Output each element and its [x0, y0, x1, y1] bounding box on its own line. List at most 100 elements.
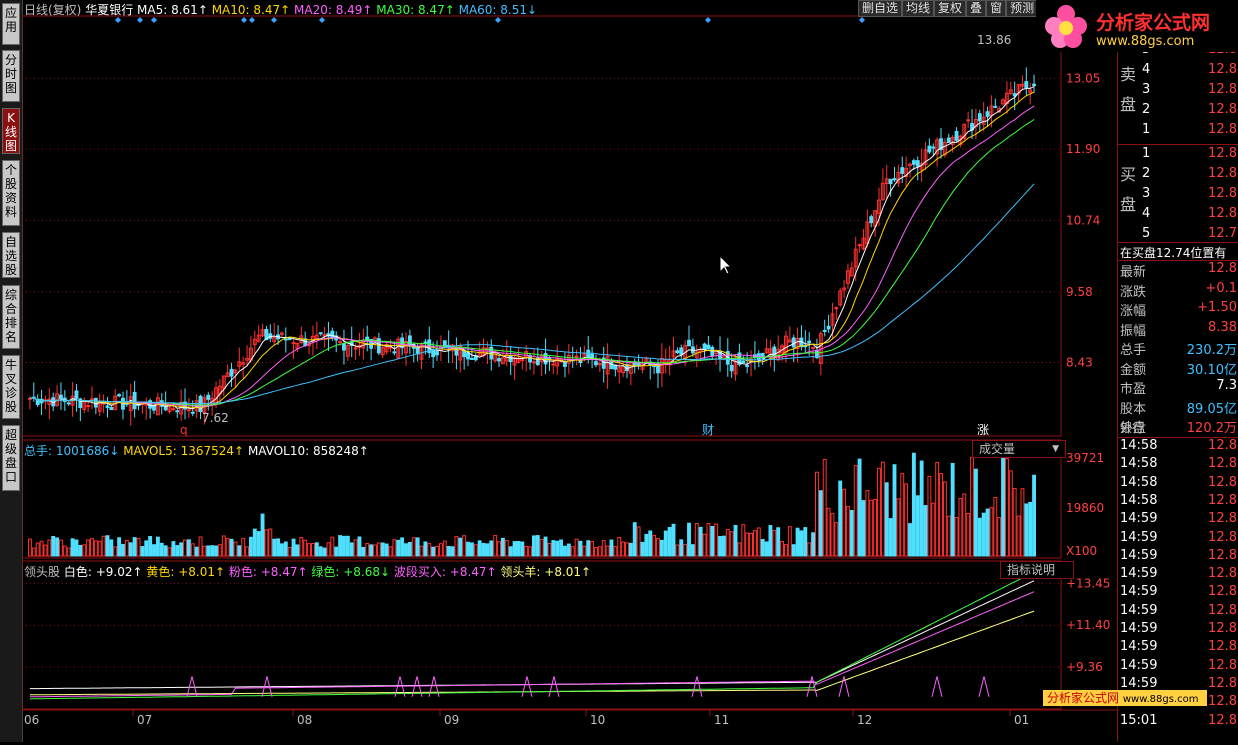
tick-price: 12.8 — [1208, 675, 1237, 691]
volume-bar — [663, 530, 668, 557]
volume-bar — [469, 542, 474, 557]
volume-bar — [268, 528, 273, 557]
volume-bar — [927, 475, 932, 557]
left-tab-char: 图 — [4, 81, 17, 95]
stat-7: 市盈 7.3 — [1118, 378, 1238, 398]
mavol5-value: MAVOL5: 1367524↑ — [123, 444, 245, 458]
volume-bar — [714, 523, 719, 557]
buy-row: 3 12.8 — [1118, 186, 1238, 206]
signal-spike — [806, 676, 818, 697]
candle-body — [1024, 81, 1029, 89]
volume-bar — [314, 542, 319, 557]
toolbar-button-6[interactable]: 预测 — [1006, 0, 1039, 17]
volume-bar — [818, 490, 823, 557]
volume-bar — [915, 495, 920, 557]
chart-area[interactable]: 13.05 11.90 10.74 9.58 8.43 13.86 7.62 q 财 涨 39721… — [19, 0, 1117, 742]
candle-body — [1032, 83, 1036, 86]
volume-bar — [121, 543, 125, 557]
volume-bar — [989, 507, 994, 557]
volume-bar — [66, 547, 71, 557]
volume-bar — [826, 507, 831, 557]
volume-bar — [524, 545, 529, 557]
tick-row: 14:59 12.8 — [1118, 584, 1238, 604]
volume-bar — [241, 537, 246, 557]
buy-price: 12.8 — [1208, 186, 1237, 201]
volume-bar — [900, 473, 905, 557]
tick-price: 12.8 — [1208, 492, 1237, 508]
toolbar-button-1[interactable]: 删自选 — [858, 0, 903, 17]
volume-bar — [570, 546, 575, 557]
left-tab-5[interactable]: 自选股 — [2, 232, 20, 278]
volume-bar — [799, 530, 804, 557]
left-tab-1[interactable]: 应用 — [2, 3, 20, 45]
toolbar-button-5[interactable]: 窗 — [986, 0, 1007, 17]
candle-body — [175, 410, 180, 413]
tick-price: 12.8 — [1208, 547, 1237, 563]
volume-bar — [245, 546, 249, 557]
left-tab-char: 盘 — [4, 456, 17, 470]
indicator-white-line — [29, 580, 1035, 690]
volume-selector[interactable]: 成交量 ▼ — [972, 440, 1066, 458]
volume-bar — [842, 488, 847, 557]
toolbar-button-3[interactable]: 复权 — [934, 0, 967, 17]
stat-3-value: +1.50 — [1197, 300, 1237, 315]
volume-bar — [981, 512, 986, 557]
left-tab-4[interactable]: 个股资料 — [2, 160, 20, 226]
volume-bar — [210, 545, 215, 557]
volume-bar — [857, 458, 862, 557]
stat-8-label: 股本 — [1120, 401, 1147, 417]
tick-price: 12.8 — [1208, 602, 1237, 618]
kline-svg[interactable]: 13.05 11.90 10.74 9.58 8.43 13.86 7.62 q 财 涨 39721… — [19, 0, 1117, 742]
volume-bar — [973, 468, 978, 557]
buy-level: 1 — [1142, 146, 1151, 161]
candle-body — [563, 361, 567, 367]
candle-body — [342, 343, 346, 351]
event-marker: q — [180, 423, 188, 437]
stat-8-value: 89.05亿 — [1186, 401, 1237, 417]
left-tab-7[interactable]: 牛叉诊股 — [2, 355, 20, 419]
tick-time: 14:59 — [1120, 621, 1158, 636]
volume-bar — [687, 522, 691, 557]
volume-bar — [144, 540, 149, 557]
buy-price: 12.8 — [1208, 206, 1237, 221]
ma10-value: MA10: 8.47↑ — [211, 3, 291, 17]
ma60-line — [29, 183, 1035, 405]
volume-bar — [90, 538, 94, 557]
toolbar-button-4[interactable]: 叠 — [966, 0, 987, 17]
candle-body — [338, 341, 343, 344]
candle-body — [911, 160, 916, 165]
indicator-help-button[interactable]: 指标说明 — [1000, 561, 1074, 579]
left-tab-bar: 应用分时图 K线图个股资料自选股综合排名牛叉诊股超级盘口 — [0, 0, 23, 742]
stat-8: 股本 89.05亿 — [1118, 398, 1238, 418]
candle-body — [869, 216, 874, 224]
volume-bar — [369, 544, 374, 557]
stat-6-value: 30.10亿 — [1186, 362, 1237, 378]
tick-price: 12.8 — [1208, 657, 1237, 673]
left-tab-8[interactable]: 超级盘口 — [2, 425, 20, 491]
candle-body — [229, 368, 234, 377]
ma60-value: MA60: 8.51↓ — [458, 3, 538, 17]
tick-price: 12.8 — [1208, 438, 1237, 453]
volume-bar — [411, 537, 416, 557]
left-tab-3[interactable]: K线图 — [2, 108, 20, 154]
volume-bar — [229, 538, 234, 557]
volume-bar — [167, 547, 172, 557]
candle-body — [900, 167, 905, 174]
stat-3-label: 涨幅 — [1120, 304, 1147, 319]
left-tab-2[interactable]: 分时图 — [2, 50, 20, 102]
tick-price: 12.8 — [1208, 621, 1237, 636]
period-label: 日线(复权) — [24, 3, 82, 17]
volume-bar — [563, 545, 567, 557]
toolbar-button-2[interactable]: 均线 — [902, 0, 935, 17]
sell-level: 1 — [1142, 122, 1151, 137]
indicator-leader: 领头羊: +8.01↑ — [500, 565, 592, 579]
tick-time: 15:01 — [1120, 712, 1158, 728]
volume-bar — [186, 539, 191, 557]
volume-bar — [830, 513, 835, 557]
x-tick-label: 08 — [297, 713, 312, 727]
left-tab-6[interactable]: 综合排名 — [2, 285, 20, 349]
candle-body — [594, 361, 598, 366]
volume-bar — [516, 540, 521, 557]
candle-body — [90, 398, 94, 401]
volume-bar — [535, 535, 540, 557]
